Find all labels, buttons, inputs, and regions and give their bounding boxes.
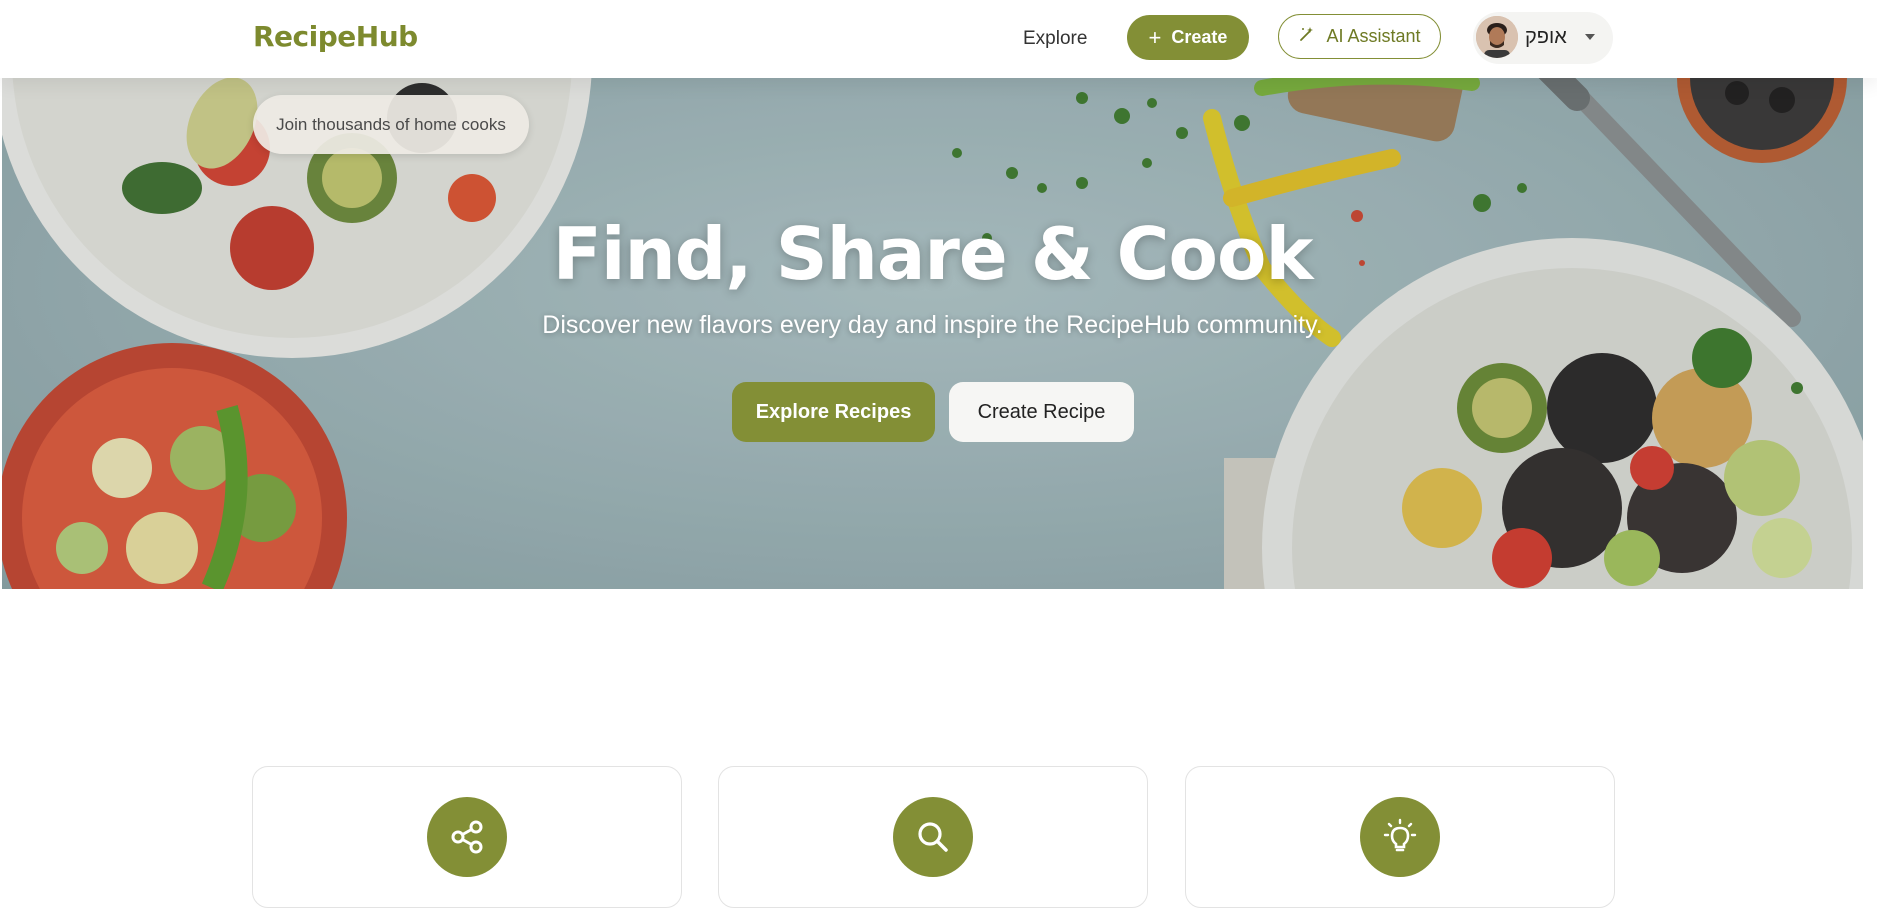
create-recipe-button[interactable]: Create Recipe: [949, 382, 1134, 442]
search-icon: [893, 797, 973, 877]
ai-assistant-label: AI Assistant: [1326, 26, 1421, 46]
hero-subtitle: Discover new flavors every day and inspi…: [542, 311, 1323, 339]
feature-card-search: [718, 766, 1148, 908]
hero-section: Join thousands of home cooks Find, Share…: [2, 78, 1863, 589]
plus-icon: +: [1148, 24, 1162, 50]
top-navbar: RecipeHub Explore + Create AI Assistant …: [0, 0, 1877, 78]
feature-card-share: [252, 766, 682, 908]
share-icon: [427, 797, 507, 877]
lightbulb-icon: [1360, 797, 1440, 877]
feature-card-ideas: [1185, 766, 1615, 908]
create-button-label: Create: [1171, 27, 1228, 47]
chevron-down-icon: [1585, 34, 1595, 40]
user-name: אופק: [1525, 26, 1567, 48]
ai-assistant-button[interactable]: AI Assistant: [1278, 14, 1441, 59]
avatar: [1476, 16, 1518, 58]
user-menu-toggle[interactable]: אופק: [1473, 12, 1613, 64]
create-button[interactable]: + Create: [1127, 15, 1249, 60]
sparkle-icon: [1298, 25, 1316, 48]
brand-logo[interactable]: RecipeHub: [253, 20, 418, 53]
explore-recipes-button[interactable]: Explore Recipes: [732, 382, 935, 442]
nav-explore-link[interactable]: Explore: [1023, 28, 1087, 50]
hero-title: Find, Share & Cook: [552, 212, 1314, 296]
hero-badge: Join thousands of home cooks: [253, 95, 529, 154]
